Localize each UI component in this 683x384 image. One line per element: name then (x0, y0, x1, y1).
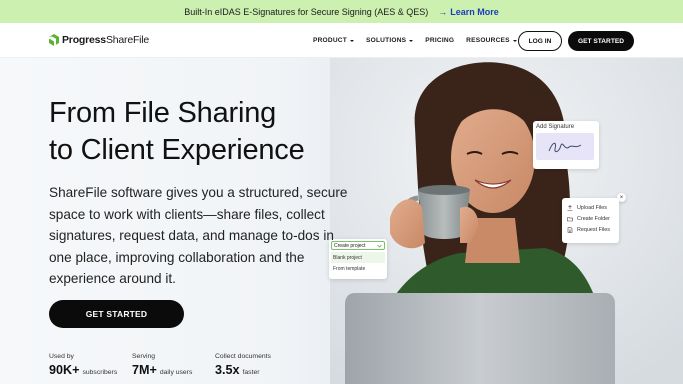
signature-card: Add Signature (533, 121, 599, 169)
signature-card-title: Add Signature (536, 124, 575, 130)
hero-get-started-button[interactable]: GET STARTED (49, 300, 184, 328)
nav-item-solutions[interactable]: SOLUTIONS (366, 37, 414, 44)
learn-more-label: Learn More (450, 6, 499, 17)
stat-value: 3.5x (215, 363, 240, 377)
headline-line-1: From File Sharing (49, 97, 277, 129)
logo-sharefile-text: ShareFile (105, 34, 150, 46)
menu-item-label: Create Folder (577, 215, 610, 222)
nav-item-label: RESOURCES (466, 37, 510, 44)
request-files-item[interactable]: Request Files (567, 224, 614, 235)
hero-photo (330, 58, 683, 384)
nav-item-label: PRICING (425, 37, 455, 44)
stat-caption: Collect documents (215, 353, 271, 360)
signature-scribble-icon (548, 142, 582, 152)
hero-lead: ShareFile software gives you a structure… (49, 185, 348, 286)
stat-value: 7M+ (132, 363, 157, 377)
hero-headline: From File Sharing to Client Experience (49, 95, 349, 169)
nav-item-label: PRODUCT (313, 37, 348, 44)
stat-unit: faster (242, 369, 260, 376)
login-button[interactable]: LOG IN (518, 31, 562, 51)
headline-line-2: to Client Experience (49, 134, 305, 166)
stat-caption: Serving (132, 353, 156, 360)
announcement-banner: Built-In eIDAS E-Signatures for Secure S… (0, 0, 683, 23)
nav-item-resources[interactable]: RESOURCES (466, 37, 517, 44)
main-nav: ProgressShareFile PRODUCT SOLUTIONS PRIC… (0, 23, 683, 58)
chevron-down-icon (350, 39, 355, 42)
nav-menu: PRODUCT SOLUTIONS PRICING RESOURCES (313, 23, 517, 58)
stat-unit: daily users (159, 369, 193, 376)
stat-unit: subscribers (82, 369, 118, 376)
signature-pad[interactable] (536, 133, 594, 160)
logo-progress-text: Progress (62, 34, 106, 46)
arrow-right-icon: → (438, 6, 448, 17)
stat-collect-speed: Collect documents 3.5x faster (215, 353, 271, 377)
progress-logo-icon (49, 34, 59, 46)
upload-icon (567, 204, 573, 211)
stat-subscribers: Used by 90K+ subscribers (49, 353, 117, 377)
hero-section: Add Signature × Upload Files Create Fold… (0, 58, 683, 384)
chevron-down-icon (409, 39, 414, 42)
folder-icon (567, 216, 573, 221)
nav-get-started-button[interactable]: GET STARTED (568, 31, 634, 51)
menu-item-label: Request Files (577, 226, 610, 233)
upload-menu-card: Upload Files Create Folder Request Files (562, 198, 619, 243)
chevron-down-icon (377, 244, 382, 248)
nav-item-label: SOLUTIONS (366, 37, 407, 44)
stat-daily-users: Serving 7M+ daily users (132, 353, 192, 377)
learn-more-link[interactable]: → Learn More (438, 7, 499, 17)
sharefile-logo[interactable]: ProgressShareFile (49, 34, 149, 46)
menu-item-label: Upload Files (577, 204, 607, 211)
stat-value: 90K+ (49, 363, 80, 377)
banner-message: Built-In eIDAS E-Signatures for Secure S… (184, 6, 429, 17)
nav-item-product[interactable]: PRODUCT (313, 37, 355, 44)
chevron-down-icon (512, 39, 517, 42)
create-folder-item[interactable]: Create Folder (567, 213, 614, 224)
nav-item-pricing[interactable]: PRICING (425, 37, 454, 44)
request-icon (567, 226, 573, 233)
upload-files-item[interactable]: Upload Files (567, 202, 614, 213)
stat-caption: Used by (49, 353, 74, 360)
